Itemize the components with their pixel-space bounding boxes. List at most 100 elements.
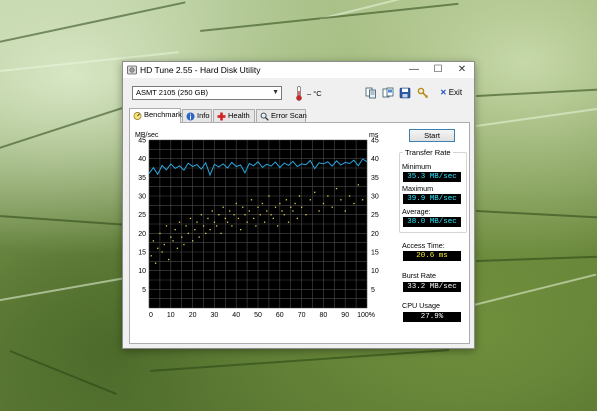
access-time-point (277, 225, 279, 227)
y-right-tick-label: 25 (371, 212, 379, 219)
drive-select[interactable]: ASMT 2105 (250 GB) ▼ (132, 86, 282, 100)
access-time-point (255, 225, 257, 227)
drive-select-value: ASMT 2105 (250 GB) (136, 88, 208, 97)
access-time-point (331, 206, 333, 208)
access-time-point (229, 210, 231, 212)
access-time-point (176, 247, 179, 249)
y-right-tick-label: 40 (371, 156, 379, 163)
y-left-tick-label: 5 (142, 287, 146, 294)
access-time-point (309, 199, 312, 201)
access-time-point (250, 199, 253, 201)
hdtune-window: HD Tune 2.55 - Hard Disk Utility — ☐ ✕ A… (122, 61, 475, 349)
access-time-point (290, 206, 292, 208)
access-time-point (185, 225, 187, 227)
maximum-value: 39.9 MB/sec (403, 194, 461, 204)
access-time-point (348, 195, 351, 197)
y-right-tick-label: 35 (371, 175, 379, 182)
access-time-point (353, 202, 355, 205)
y-right-tick-label: 5 (371, 287, 375, 294)
access-time-point (168, 258, 170, 261)
maximize-button[interactable]: ☐ (426, 62, 450, 78)
copy-screen-icon[interactable] (382, 87, 394, 99)
access-time-point (213, 221, 216, 223)
burst-rate-label: Burst Rate (402, 271, 436, 280)
access-time-point (253, 217, 255, 220)
options-icon[interactable] (417, 87, 429, 99)
title-bar[interactable]: HD Tune 2.55 - Hard Disk Utility — ☐ ✕ (123, 62, 474, 78)
access-time-point (233, 214, 235, 216)
copy-info-icon[interactable] (365, 87, 377, 99)
access-time-point (314, 191, 316, 193)
access-time-point (161, 251, 163, 253)
access-time-point (152, 240, 155, 242)
y-left-tick-label: 20 (138, 231, 146, 238)
x-tick-label: 40 (232, 312, 240, 319)
x-tick-label: 70 (298, 312, 306, 319)
x-tick-label: 0 (149, 312, 153, 319)
x-tick-label: 100% (357, 312, 375, 319)
access-time-point (268, 195, 270, 197)
access-time-point (261, 202, 264, 205)
x-tick-label: 50 (254, 312, 262, 319)
access-time-point (242, 206, 244, 208)
cpu-usage-value: 27.9% (403, 312, 461, 322)
thermometer-icon (296, 86, 302, 101)
chevron-down-icon: ▼ (272, 89, 279, 96)
access-time-point (220, 232, 222, 235)
access-time-point (296, 217, 298, 220)
access-time-point (283, 214, 285, 216)
access-time-point (165, 225, 168, 227)
burst-rate-value: 33.2 MB/sec (403, 282, 461, 292)
health-icon (217, 112, 226, 121)
access-time-point (218, 214, 220, 216)
access-time-point (340, 199, 342, 201)
access-time-point (248, 210, 250, 212)
access-time-point (222, 206, 224, 208)
access-time-point (159, 232, 161, 235)
search-icon (260, 112, 269, 121)
access-time-point (200, 214, 203, 216)
exit-x-icon: ✕ (440, 88, 447, 97)
tab-benchmark-label: Benchmark (144, 110, 182, 119)
access-time-point (196, 221, 198, 223)
access-time-point (305, 214, 307, 216)
access-time-point (226, 221, 229, 223)
access-time-point (183, 243, 185, 246)
access-time-point (270, 214, 272, 216)
access-time-point (279, 202, 281, 205)
minimum-value: 35.3 MB/sec (403, 172, 461, 182)
access-time-point (189, 217, 192, 220)
tab-error-scan[interactable]: Error Scan (256, 109, 307, 122)
maximum-label: Maximum (402, 184, 434, 193)
close-button[interactable]: ✕ (450, 62, 474, 78)
transfer-rate-title: Transfer Rate (403, 148, 453, 157)
access-time-point (194, 229, 196, 231)
access-time-point (318, 210, 320, 212)
y-left-tick-label: 10 (138, 268, 146, 275)
temperature-readout: – °C (307, 89, 322, 98)
start-button[interactable]: Start (409, 129, 455, 142)
info-icon (186, 112, 195, 121)
hdtune-app-icon (127, 65, 137, 75)
tab-health[interactable]: Health (213, 109, 255, 122)
access-time-point (174, 229, 176, 231)
save-icon[interactable] (399, 87, 411, 99)
access-time-point (246, 221, 248, 223)
access-time-point (187, 232, 189, 235)
cpu-usage-label: CPU Usage (402, 301, 440, 310)
access-time-point (292, 210, 294, 212)
x-tick-label: 10 (167, 312, 175, 319)
access-time-point (285, 199, 288, 201)
access-time-point (344, 210, 346, 212)
access-time-point (287, 221, 290, 223)
x-tick-label: 30 (211, 312, 219, 319)
access-time-point (181, 236, 183, 238)
access-time-point (298, 195, 301, 197)
tab-benchmark[interactable]: Benchmark (129, 108, 182, 123)
tab-health-label: Health (228, 111, 250, 120)
access-time-point (202, 225, 205, 227)
exit-button[interactable]: ✕ Exit (440, 88, 462, 97)
tab-info[interactable]: Info (182, 109, 212, 122)
minimize-button[interactable]: — (402, 62, 426, 78)
y-left-tick-label: 25 (138, 212, 146, 219)
